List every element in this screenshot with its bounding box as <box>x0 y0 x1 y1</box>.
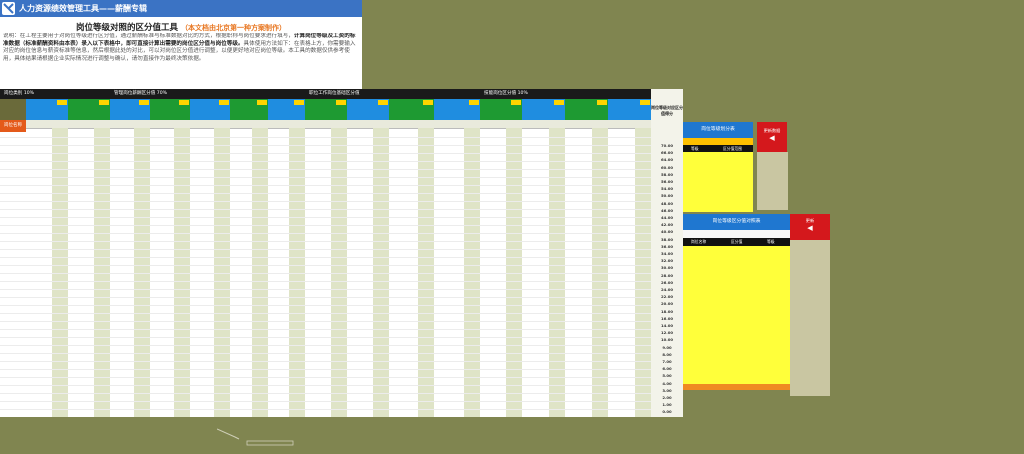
grade-table-col1: 等级 <box>691 146 699 151</box>
grade-update-label: 更新数据 <box>763 128 781 133</box>
score-value: 34.00 <box>660 251 673 256</box>
score-value: 12.00 <box>660 330 673 336</box>
header-col-7[interactable] <box>268 99 305 120</box>
table-row[interactable] <box>0 409 651 417</box>
arrow-left-icon: ◀ <box>769 134 775 142</box>
grade-table-input-row[interactable] <box>683 138 753 145</box>
header-col-14[interactable] <box>565 99 608 120</box>
instructions-panel: 岗位等级对照的区分值工具 （本文档由北京第一种方案制作） 说明：在工程主要用于对… <box>0 17 362 89</box>
score-value: 2.00 <box>662 395 672 400</box>
grade-lookup-footer <box>683 384 790 390</box>
score-value: 50.00 <box>660 193 673 199</box>
score-value: 32.00 <box>660 258 673 264</box>
score-value: 20.00 <box>660 301 673 307</box>
header-col-3[interactable] <box>110 99 150 120</box>
score-value: 6.00 <box>662 366 672 372</box>
instructions-body: 说明：在工程主要用于对岗位等级进行区分值，通过薪酬标准与标准数据对比的方式，根据… <box>3 33 359 89</box>
header-col-12[interactable] <box>480 99 522 120</box>
band-position: 职位工作岗位基础区分值 <box>305 89 484 99</box>
band-skill: 技能岗位区分值 10% <box>480 89 655 99</box>
grade-lookup-panel: 岗位等级区分值对照表 岗位名称 区分值 等级 <box>683 214 790 390</box>
grade-lookup-col2: 区分值 <box>731 239 743 244</box>
score-value: 14.00 <box>660 323 673 328</box>
score-column: 岗位等级对应区分值得分 70.00 66.00 64.00 60.00 58.00 56.… <box>651 89 683 417</box>
header-col-15[interactable] <box>608 99 651 120</box>
header-col-11[interactable] <box>434 99 480 120</box>
instructions-heading-tag: （本文档由北京第一种方案制作） <box>180 24 286 32</box>
score-value: 38.00 <box>660 236 673 242</box>
score-value: 64.00 <box>660 157 673 163</box>
header-col-6[interactable] <box>230 99 268 120</box>
row-label-header: 岗位名称 <box>0 120 26 132</box>
band-category: 岗位类别 10% <box>0 89 114 99</box>
score-value: 26.00 <box>660 279 673 285</box>
score-value: 70.00 <box>660 143 673 148</box>
floating-shape <box>216 427 297 447</box>
grade-lookup-header-row: 岗位名称 区分值 等级 <box>683 238 790 246</box>
score-value: 44.00 <box>660 215 673 220</box>
grade-table-col2: 区分值范围 <box>723 146 742 151</box>
score-value: 58.00 <box>660 171 673 177</box>
score-value: 42.00 <box>660 222 673 228</box>
instructions-lead: 说明：在工程主要用于对岗位等级进行区分值，通过薪酬标准与标准数据对比的方式，根据… <box>3 33 294 39</box>
grade-lookup-update-button[interactable]: 更新 ◀ <box>790 214 830 240</box>
score-value: 40.00 <box>660 229 673 235</box>
score-value: 56.00 <box>660 179 673 184</box>
header-col-9[interactable] <box>347 99 389 120</box>
score-value: 1.00 <box>662 402 672 408</box>
score-value: 7.00 <box>662 359 672 364</box>
score-value: 46.00 <box>660 207 673 213</box>
score-value: 0.00 <box>662 409 672 415</box>
score-value: 28.00 <box>660 272 673 278</box>
score-value: 3.00 <box>662 387 672 393</box>
header-col-10[interactable] <box>389 99 434 120</box>
score-value: 16.00 <box>660 315 673 321</box>
header-col-2[interactable] <box>68 99 110 120</box>
grade-lookup-notes <box>790 240 830 396</box>
score-value: 9.00 <box>662 344 672 350</box>
instructions-heading-text: 岗位等级对照的区分值工具 <box>76 23 179 33</box>
band-management: 管理岗位薪酬区分值 70% <box>110 89 309 99</box>
header-col-13[interactable] <box>522 99 565 120</box>
score-value: 10.00 <box>660 337 673 343</box>
score-column-header: 岗位等级对应区分值得分 <box>651 105 683 116</box>
score-value: 54.00 <box>660 186 673 192</box>
score-value: 66.00 <box>660 150 673 156</box>
app-title: 人力资源绩效管理工具——薪酬专辑 <box>19 4 147 13</box>
header-label-col <box>0 99 26 120</box>
grade-lookup-title: 岗位等级区分值对照表 <box>683 214 790 230</box>
header-col-8[interactable] <box>305 99 347 120</box>
grade-table-panel: 岗位等级划分表 等级 区分值范围 <box>683 122 753 212</box>
score-value: 48.00 <box>660 200 673 206</box>
score-value: 30.00 <box>660 265 673 271</box>
spreadsheet-grid[interactable]: 岗位类别 10% 管理岗位薪酬区分值 70% 职位工作岗位基础区分值 技能岗位区… <box>0 89 683 417</box>
score-value: 18.00 <box>660 308 673 314</box>
grade-lookup-update-label: 更新 <box>805 218 815 223</box>
score-value: 8.00 <box>662 351 672 357</box>
header-col-4[interactable] <box>150 99 190 120</box>
score-value: 24.00 <box>660 287 673 292</box>
grade-update-button[interactable]: 更新数据 ◀ <box>757 122 787 152</box>
grade-lookup-col3: 等级 <box>767 239 775 244</box>
score-value: 4.00 <box>662 380 672 386</box>
header-col-5[interactable] <box>190 99 230 120</box>
grade-side-notes <box>757 152 788 210</box>
app-title-bar: 人力资源绩效管理工具——薪酬专辑 <box>0 0 362 17</box>
instructions-heading: 岗位等级对照的区分值工具 （本文档由北京第一种方案制作） <box>0 21 362 33</box>
grade-table-header-row: 等级 区分值范围 <box>683 145 753 152</box>
score-value: 60.00 <box>660 164 673 170</box>
arrow-left-icon: ◀ <box>807 224 813 232</box>
grade-lookup-input-row[interactable] <box>683 230 790 238</box>
score-value: 22.00 <box>660 294 673 300</box>
grade-lookup-col1: 岗位名称 <box>691 239 707 244</box>
score-value: 5.00 <box>662 373 672 379</box>
score-value: 36.00 <box>660 243 673 249</box>
header-col-1[interactable] <box>26 99 68 120</box>
grade-table-title: 岗位等级划分表 <box>683 122 753 138</box>
app-logo-icon <box>2 2 15 15</box>
